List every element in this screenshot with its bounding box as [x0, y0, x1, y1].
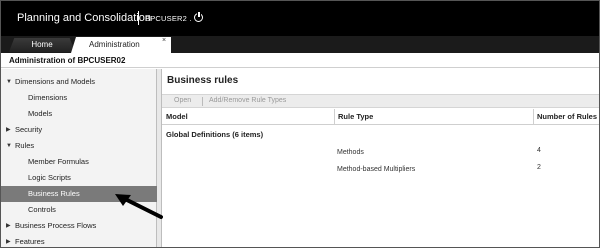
sidebar-item-label: Dimensions and Models — [15, 77, 96, 86]
table-cell-rule-type[interactable]: Method-based Multipliers — [337, 166, 415, 173]
toolbar-separator — [202, 97, 203, 106]
app-window: Planning and Consolidation BPCUSER2 . Ho… — [0, 0, 600, 248]
column-header-number-of-rules[interactable]: Number of Rules — [533, 109, 597, 125]
sidebar: ▼ Dimensions and Models Dimensions Model… — [1, 69, 157, 247]
sidebar-item-label: Security — [15, 125, 43, 134]
section-title: Business rules — [167, 75, 239, 86]
sidebar-item-label: Features — [15, 237, 45, 246]
column-header-rule-type[interactable]: Rule Type — [334, 109, 373, 125]
add-remove-rule-types-button[interactable]: Add/Remove Rule Types — [209, 97, 286, 104]
expand-right-icon[interactable]: ▶ — [6, 234, 11, 247]
expand-right-icon[interactable]: ▶ — [6, 218, 11, 234]
sidebar-item-features[interactable]: ▶ Features — [1, 234, 157, 247]
sidebar-item-label: Dimensions — [28, 93, 68, 102]
column-header-model[interactable]: Model — [162, 109, 188, 125]
sidebar-item-rules[interactable]: ▼ Rules — [1, 138, 157, 154]
sidebar-item-security[interactable]: ▶ Security — [1, 122, 157, 138]
expand-right-icon[interactable]: ▶ — [6, 122, 11, 138]
table-cell-count[interactable]: 4 — [537, 147, 541, 154]
tab-home[interactable]: Home — [9, 38, 75, 52]
sidebar-item-label: Logic Scripts — [28, 173, 71, 182]
sidebar-item-dimensions-and-models[interactable]: ▼ Dimensions and Models — [1, 74, 157, 90]
sidebar-item-member-formulas[interactable]: Member Formulas — [1, 154, 157, 170]
expand-down-icon[interactable]: ▼ — [6, 138, 12, 154]
toolbar: Open Add/Remove Rule Types — [162, 94, 599, 108]
tab-administration[interactable]: Administration — [71, 37, 171, 53]
page-title: Administration of BPCUSER02 — [9, 56, 126, 65]
header-separator — [138, 11, 139, 25]
pointer-arrow-icon — [115, 194, 163, 219]
group-header-global-definitions[interactable]: Global Definitions (6 items) — [166, 130, 263, 139]
current-user[interactable]: BPCUSER2 . — [145, 14, 192, 23]
sidebar-item-label: Models — [28, 109, 53, 118]
table-cell-rule-type[interactable]: Methods — [337, 149, 364, 156]
sidebar-item-label: Business Rules — [28, 189, 80, 198]
table-cell-count[interactable]: 2 — [537, 164, 541, 171]
expand-down-icon[interactable]: ▼ — [6, 74, 12, 90]
power-icon[interactable] — [194, 12, 203, 22]
open-button[interactable]: Open — [174, 97, 191, 104]
sidebar-item-label: Business Process Flows — [15, 221, 97, 230]
top-header-bar: Planning and Consolidation BPCUSER2 . — [1, 1, 599, 36]
sidebar-item-label: Rules — [15, 141, 35, 150]
sidebar-item-models[interactable]: Models — [1, 106, 157, 122]
sidebar-item-label: Member Formulas — [28, 157, 89, 166]
close-icon[interactable]: × — [162, 37, 166, 45]
sidebar-item-label: Controls — [28, 205, 56, 214]
app-title: Planning and Consolidation — [17, 12, 151, 24]
main-content: Business rules Open Add/Remove Rule Type… — [162, 69, 599, 247]
sidebar-item-dimensions[interactable]: Dimensions — [1, 90, 157, 106]
sidebar-item-logic-scripts[interactable]: Logic Scripts — [1, 170, 157, 186]
table-header: Model Rule Type Number of Rules — [162, 109, 599, 125]
page-title-strip: Administration of BPCUSER02 — [1, 53, 599, 68]
